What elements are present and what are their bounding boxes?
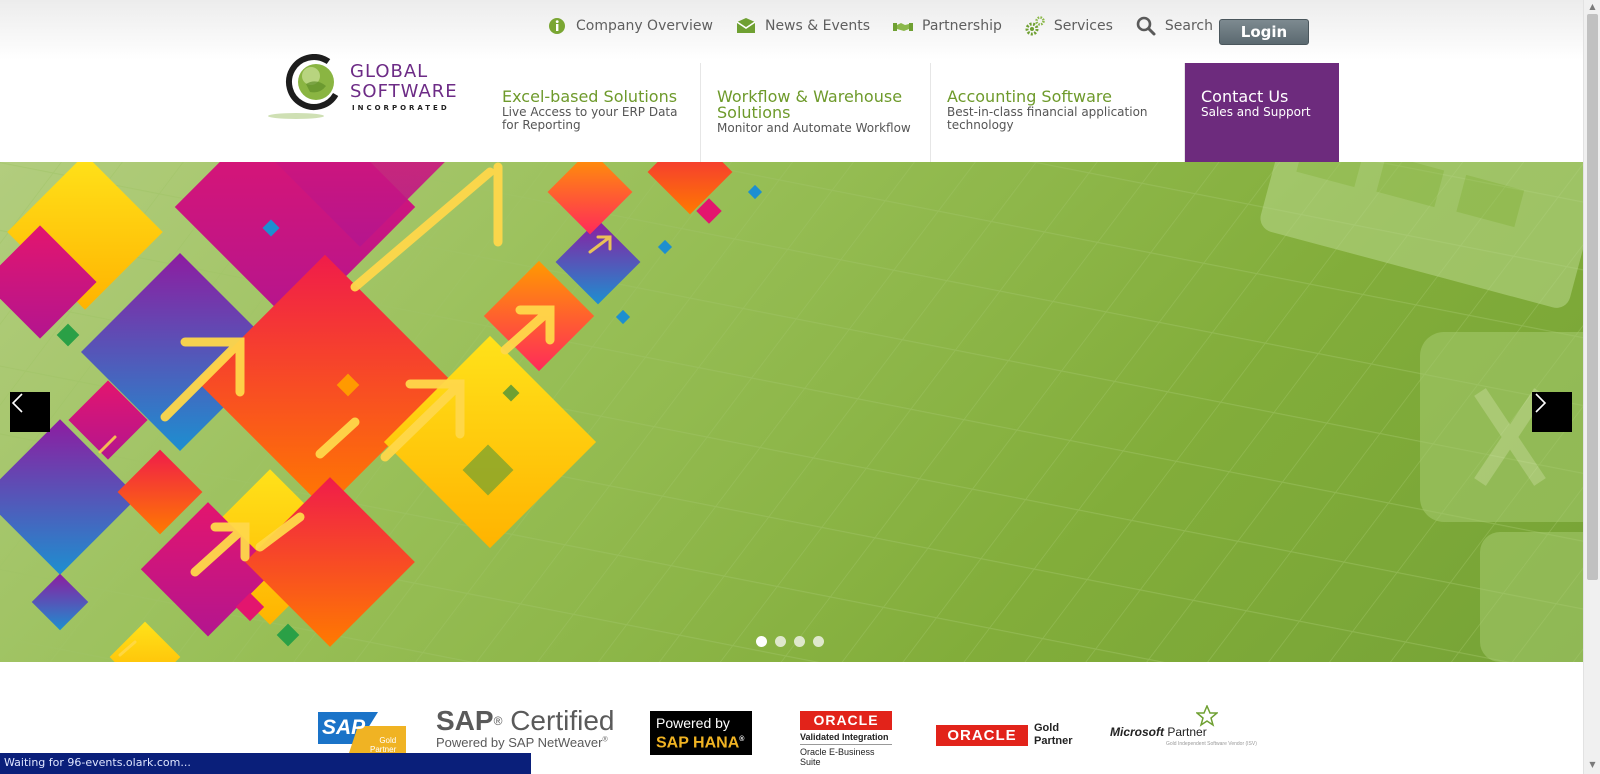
microsoft-partner-text: Microsoft Partner [1110,725,1207,739]
sap-hana-line2: SAP HANA® [656,731,746,752]
oracle-validated-logo[interactable]: ORACLE Validated Integration Oracle E-Bu… [800,711,892,773]
nav-workflow-title: Workflow & Warehouse Solutions [717,87,903,122]
microsoft-partner-logo[interactable]: Microsoft Partner Gold Independent Softw… [1110,705,1270,751]
handshake-icon [893,23,914,31]
oracle-gold-partner-logo[interactable]: ORACLE Gold Partner [936,722,1078,752]
hero-carousel [0,162,1583,662]
oracle-validated-line3: Suite [800,757,821,767]
nav-contact-us[interactable]: Contact Us Sales and Support [1185,63,1339,162]
sap-gold-badge-line1: Gold [379,736,397,745]
sap-hana-line1: Powered by [656,715,730,731]
util-services[interactable]: Services [1024,15,1113,37]
util-news-events-label: News & Events [764,18,871,34]
sap-certified-sub-reg: ® [602,736,608,744]
hero-slide-image [0,162,1583,662]
carousel-prev-button[interactable] [10,392,50,432]
carousel-next-button[interactable] [1532,392,1572,432]
logo-line-1: GLOBAL [350,61,429,82]
sap-certified-title-certified: Certified [510,705,615,736]
util-company-overview[interactable]: Company Overview [546,15,713,37]
microsoft-partner-sub: Gold Independent Software Vendor (ISV) [1166,741,1257,747]
util-company-overview-label: Company Overview [576,18,713,34]
envelope-icon [736,18,756,33]
nav-excel-sub: Live Access to your ERP Data for Reporti… [502,105,678,132]
util-services-label: Services [1053,18,1113,34]
browser-status-bar: Waiting for 96-events.olark.com... [0,753,531,774]
oracle-validated-line1: Validated Integration [800,732,892,745]
sap-hana-reg: ® [739,736,745,743]
sap-certified-logo[interactable]: SAP® Certified Powered by SAP NetWeaver® [436,707,626,753]
nav-accounting-sub: Best-in-class financial application tech… [947,105,1148,132]
oracle-gold-line1: Gold [1034,722,1060,734]
microsoft-logo-text: Microsoft [1110,725,1164,739]
utility-nav: Company Overview News & Events Partnersh… [546,15,1235,37]
site-header: Company Overview News & Events Partnersh… [0,0,1583,162]
scrollbar-thumb[interactable] [1587,14,1598,580]
nav-workflow-warehouse[interactable]: Workflow & Warehouse Solutions Monitor a… [701,63,931,162]
gears-icon [1025,16,1045,36]
carousel-dot-1[interactable] [756,636,767,647]
sap-certified-title: SAP® Certified [436,707,626,735]
nav-excel-solutions[interactable]: Excel-based Solutions Live Access to you… [492,63,701,162]
nav-excel-title: Excel-based Solutions [502,87,678,106]
chevron-right-icon [1535,393,1547,413]
globe-icon [268,54,342,119]
logo-text: GLOBAL SOFTWARE [350,62,458,102]
info-icon [549,18,565,34]
carousel-pagination [756,636,832,647]
oracle-validated-line2: Oracle E-Business [800,747,875,757]
microsoft-partner-word: Partner [1167,725,1207,739]
logo-line-2: SOFTWARE [350,81,458,102]
nav-accounting-software[interactable]: Accounting Software Best-in-class financ… [931,63,1185,162]
company-logo[interactable]: GLOBAL SOFTWARE INCORPORATED [266,54,476,124]
util-partnership[interactable]: Partnership [892,15,1002,37]
util-search-label: Search [1164,18,1214,34]
sap-certified-sub: Powered by SAP NetWeaver® [436,735,626,750]
util-search[interactable]: Search [1135,15,1213,37]
oracle-gold-label: Gold Partner [1034,722,1073,748]
sap-gold-logo-text: SAP [322,716,366,739]
nav-contact-title: Contact Us [1201,87,1289,106]
util-news-events[interactable]: News & Events [735,15,870,37]
main-nav: Excel-based Solutions Live Access to you… [492,63,1339,162]
scroll-up-arrow-icon[interactable]: ▲ [1587,2,1598,12]
scroll-down-arrow-icon[interactable]: ▼ [1587,760,1598,770]
search-icon [1136,16,1156,36]
microsoft-partner-star-icon [1196,705,1218,727]
login-button[interactable]: Login [1219,19,1309,45]
sap-hana-line2-text: SAP HANA [656,734,740,752]
sap-hana-logo[interactable]: Powered by SAP HANA® [650,711,752,755]
nav-accounting-title: Accounting Software [947,87,1112,106]
oracle-gold-line2: Partner [1034,735,1073,747]
vertical-scrollbar[interactable]: ▲ ▼ [1583,0,1600,774]
sap-certified-sub-text: Powered by SAP NetWeaver [436,735,603,750]
carousel-dot-3[interactable] [794,636,805,647]
logo-line-3: INCORPORATED [352,104,450,112]
sap-gold-partner-logo[interactable]: SAP Gold Partner [318,712,406,756]
nav-workflow-sub: Monitor and Automate Workflow [717,121,911,135]
nav-contact-sub: Sales and Support [1201,105,1311,119]
util-partnership-label: Partnership [922,18,1002,34]
chevron-left-icon [11,393,23,413]
page: Company Overview News & Events Partnersh… [0,0,1600,774]
oracle-gold-logo-text: ORACLE [936,725,1028,746]
sap-gold-badge: Gold Partner [370,736,397,754]
carousel-dot-4[interactable] [813,636,824,647]
sap-certified-title-sap: SAP [436,705,494,736]
oracle-validated-logo-text: ORACLE [800,711,892,730]
carousel-dot-2[interactable] [775,636,786,647]
sap-certified-title-reg: ® [493,714,503,728]
